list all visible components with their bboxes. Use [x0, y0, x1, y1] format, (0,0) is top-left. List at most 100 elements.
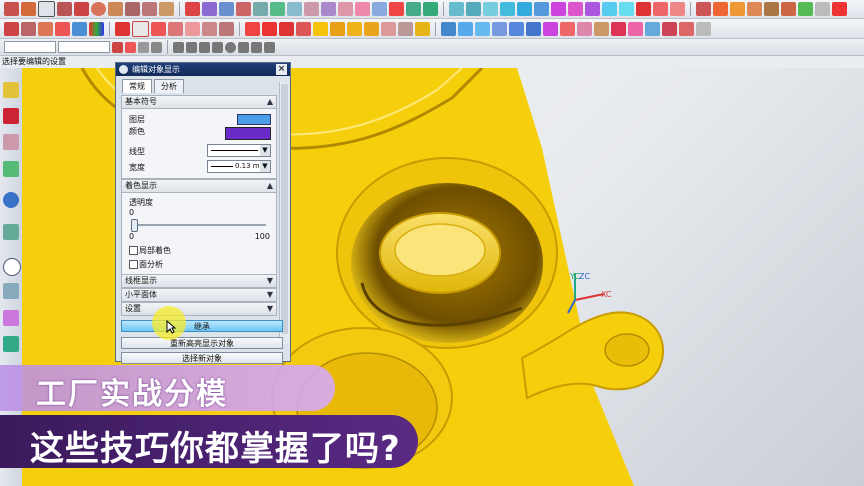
rectangle-icon[interactable]	[38, 1, 55, 17]
divide-curve-icon[interactable]	[372, 2, 387, 16]
reselect-button[interactable]: 重新高亮显示对象	[121, 337, 283, 349]
swept-icon[interactable]	[483, 2, 498, 16]
isoparam-icon[interactable]	[304, 2, 319, 16]
chevron-up-icon[interactable]: ▲	[267, 180, 273, 192]
chevron-down-icon[interactable]: ▼	[260, 161, 270, 172]
select-all-icon[interactable]	[112, 41, 123, 53]
offset-face-icon[interactable]	[645, 21, 660, 36]
line-icon[interactable]	[21, 2, 36, 16]
law-curve-icon[interactable]	[219, 2, 234, 16]
sphere-icon[interactable]	[185, 21, 200, 36]
midpoint-snap-icon[interactable]	[186, 41, 197, 53]
constraint-navigator-icon[interactable]	[3, 108, 19, 124]
wireframe-icon[interactable]	[815, 2, 830, 16]
through-curves-icon[interactable]	[449, 2, 464, 16]
cube-icon[interactable]	[115, 21, 130, 36]
cut-face-icon[interactable]	[594, 21, 609, 36]
trim-body-icon[interactable]	[398, 21, 413, 36]
enlarge-icon[interactable]	[747, 2, 762, 16]
styled-blend-icon[interactable]	[568, 2, 583, 16]
section-header-wireframe[interactable]: 线框显示 ▼	[122, 275, 276, 287]
process-studio-icon[interactable]	[3, 310, 19, 326]
roles-icon[interactable]	[3, 336, 19, 352]
polyline-icon[interactable]	[57, 2, 72, 16]
patch-icon[interactable]	[670, 2, 685, 16]
assembly-navigator-icon[interactable]	[3, 82, 19, 98]
move-face-icon[interactable]	[441, 21, 456, 36]
existing-point-snap-icon[interactable]	[251, 41, 262, 53]
i-form-icon[interactable]	[730, 2, 745, 16]
section-header-basic[interactable]: 基本符号 ▲	[122, 96, 276, 109]
dialog-titlebar[interactable]: 编辑对象显示 ×	[116, 63, 290, 76]
chevron-down-icon[interactable]: ▼	[267, 275, 273, 287]
torus-icon[interactable]	[202, 21, 217, 36]
emboss-icon[interactable]	[628, 21, 643, 36]
arc-icon[interactable]	[4, 2, 19, 16]
face-display-icon[interactable]	[696, 21, 711, 36]
chevron-down-icon[interactable]: ▼	[267, 289, 273, 301]
edit-surface-icon[interactable]	[696, 2, 711, 16]
palette-icon[interactable]	[89, 21, 104, 36]
intersect-icon[interactable]	[279, 21, 294, 36]
selection-scope-dropdown[interactable]	[58, 41, 110, 53]
linetype-dropdown[interactable]: ▼	[207, 144, 271, 157]
scale-body-icon[interactable]	[662, 21, 677, 36]
table-icon[interactable]	[55, 21, 70, 36]
x-form-icon[interactable]	[713, 2, 728, 16]
intersection-curve-icon[interactable]	[270, 2, 285, 16]
transparency-slider-thumb[interactable]	[131, 219, 138, 232]
thicken-icon[interactable]	[381, 21, 396, 36]
draft-icon[interactable]	[364, 21, 379, 36]
analysis-icon[interactable]	[832, 2, 847, 16]
reuse-library-icon[interactable]	[3, 161, 19, 177]
transparency-slider-track[interactable]	[132, 224, 266, 226]
extend-icon[interactable]	[142, 2, 157, 16]
through-mesh-icon[interactable]	[466, 2, 481, 16]
curve-rule-icon[interactable]	[138, 41, 149, 53]
groove-icon[interactable]	[611, 21, 626, 36]
tab-analysis[interactable]: 分析	[154, 79, 184, 93]
join-curve-icon[interactable]	[338, 2, 353, 16]
sew-icon[interactable]	[653, 2, 668, 16]
unite-icon[interactable]	[245, 21, 260, 36]
hd3d-tools-icon[interactable]	[3, 192, 19, 208]
cone-icon[interactable]	[168, 21, 183, 36]
width-dropdown[interactable]: 0.13 mm ▼	[207, 160, 271, 173]
dialog-scrollbar[interactable]	[279, 82, 289, 344]
edit-curve-icon[interactable]	[389, 2, 404, 16]
offset-icon[interactable]	[159, 2, 174, 16]
paste-face-icon[interactable]	[577, 21, 592, 36]
inherit-button[interactable]: 继承	[121, 320, 283, 332]
datum-point-icon[interactable]	[296, 21, 311, 36]
gear-icon[interactable]	[119, 65, 128, 74]
section-curve-icon[interactable]	[287, 2, 302, 16]
combine-curve-icon[interactable]	[321, 2, 336, 16]
chamfer-icon[interactable]	[330, 21, 345, 36]
project-curve-icon[interactable]	[253, 2, 268, 16]
trimmed-sheet-icon[interactable]	[636, 2, 651, 16]
offset-curve-icon[interactable]	[355, 2, 370, 16]
snap-point-icon[interactable]	[125, 41, 136, 53]
styled-sweep-icon[interactable]	[585, 2, 600, 16]
intersection-snap-icon[interactable]	[212, 41, 223, 53]
extension-surface-icon[interactable]	[602, 2, 617, 16]
chevron-down-icon[interactable]: ▼	[260, 145, 270, 156]
circle-icon[interactable]	[91, 2, 106, 16]
section-header-settings[interactable]: 设置 ▼	[122, 303, 276, 315]
select-new-object-button[interactable]: 选择新对象	[121, 352, 283, 364]
web-browser-icon[interactable]	[3, 224, 19, 240]
face-rule-icon[interactable]	[151, 41, 162, 53]
chevron-up-icon[interactable]: ▲	[267, 96, 273, 108]
n-sided-icon[interactable]	[500, 2, 515, 16]
trim-icon[interactable]	[125, 2, 140, 16]
point-icon[interactable]	[185, 2, 200, 16]
type-filter-dropdown[interactable]	[4, 41, 56, 53]
part-navigator-icon[interactable]	[3, 134, 19, 150]
section-header-shading[interactable]: 着色显示 ▲	[122, 180, 276, 193]
ruled-icon[interactable]	[534, 2, 549, 16]
copy-face-icon[interactable]	[560, 21, 575, 36]
pattern-face-icon[interactable]	[526, 21, 541, 36]
delete-face-icon[interactable]	[509, 21, 524, 36]
wireframe-display-section[interactable]: 线框显示 ▼	[121, 274, 277, 288]
smooth-spline-icon[interactable]	[423, 2, 438, 16]
